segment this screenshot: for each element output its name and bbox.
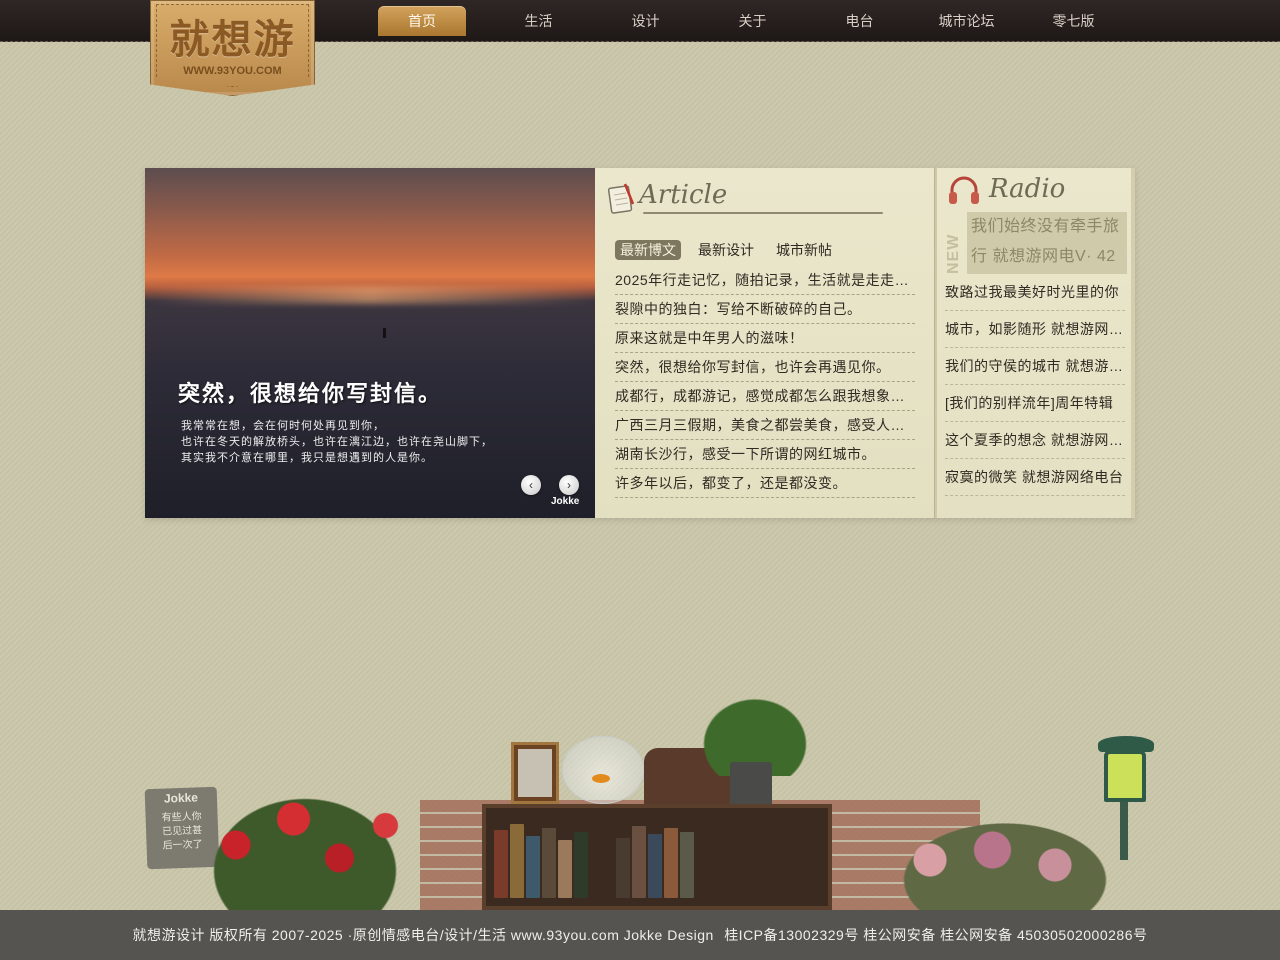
radio-item[interactable]: 致路过我最美好时光里的你 (945, 274, 1125, 311)
logo-stitching (156, 4, 309, 87)
radio-item[interactable]: 我们的守侯的城市 就想游网络电台 (945, 348, 1125, 385)
radio-featured-item[interactable]: 我们始终没有牵手旅行 就想游网电V· 42 (967, 212, 1127, 274)
article-item[interactable]: 突然，很想给你写封信，也许会再遇见你。 (615, 353, 915, 382)
chevron-right-icon: › (567, 478, 571, 492)
photo-frame (511, 742, 559, 804)
nav-item-home[interactable]: 首页 (378, 6, 466, 36)
tab-city-posts[interactable]: 城市新帖 (771, 240, 837, 260)
slide-line: 我常常在想，会在何时何处再见到你， (181, 419, 385, 432)
article-item[interactable]: 许多年以后，都变了，还是都没变。 (615, 469, 915, 498)
plant-pot (730, 762, 772, 806)
book (526, 836, 540, 898)
tab-latest-posts[interactable]: 最新博文 (615, 240, 681, 260)
article-item[interactable]: 成都行，成都游记，感觉成都怎么跟我想象的不一样 (615, 382, 915, 411)
photo (518, 749, 552, 797)
article-item[interactable]: 原来这就是中年男人的滋味！ (615, 324, 915, 353)
new-badge: NEW (945, 233, 962, 274)
chevron-left-icon: ‹ (529, 478, 533, 492)
book (574, 832, 588, 898)
silhouette-figure (383, 328, 386, 338)
article-section: Article 最新博文 最新设计 城市新帖 2025年行走记忆，随拍记录，生活… (595, 168, 935, 518)
article-item[interactable]: 广西三月三假期，美食之都尝美食，感受人间烟火 (615, 411, 915, 440)
site-footer: 就想游设计 版权所有 2007-2025 ·原创情感电台/设计/生活 www.9… (0, 910, 1280, 960)
article-list: 2025年行走记忆，随拍记录，生活就是走走停停 裂隙中的独白：写给不断破碎的自己… (615, 266, 915, 498)
fishbowl (562, 736, 644, 804)
red-roses-image (190, 780, 420, 910)
slide-title[interactable]: 突然，很想给你写封信。 (178, 376, 442, 408)
radio-item[interactable]: 寂寞的微笑 就想游网络电台 (945, 459, 1125, 496)
radio-header: Radio (947, 172, 1127, 208)
radio-item[interactable]: 城市，如影随形 就想游网络电台 (945, 311, 1125, 348)
main-nav: 首页 生活 设计 关于 电台 城市论坛 零七版 (378, 6, 1127, 36)
article-title: Article (639, 180, 728, 210)
sunset-glow (145, 286, 595, 304)
slider-next-button[interactable]: › (559, 475, 579, 495)
nav-item-life[interactable]: 生活 (485, 6, 592, 36)
article-item[interactable]: 2025年行走记忆，随拍记录，生活就是走走停停 (615, 266, 915, 295)
nav-item-about[interactable]: 关于 (699, 6, 806, 36)
title-underline (643, 212, 883, 214)
site-logo[interactable]: 就想游 WWW.93YOU.COM (150, 0, 315, 96)
slide-line: 其实我不介意在哪里，我只是想遇到的人是你。 (181, 451, 433, 464)
footer-copyright: 就想游设计 版权所有 2007-2025 ·原创情感电台/设计/生活 www.9… (132, 927, 714, 943)
radio-title: Radio (989, 174, 1066, 204)
article-tabs: 最新博文 最新设计 城市新帖 (615, 240, 849, 260)
slider-prev-button[interactable]: ‹ (521, 475, 541, 495)
footer-icp[interactable]: 桂ICP备13002329号 桂公网安备 桂公网安备 4503050200028… (724, 927, 1147, 943)
main-panel: 突然，很想给你写封信。 我常常在想，会在何时何处再见到你， 也许在冬天的解放桥头… (145, 168, 1135, 518)
goldfish (592, 774, 610, 783)
nav-item-design[interactable]: 设计 (592, 6, 699, 36)
book (648, 834, 662, 898)
slide-line: 也许在冬天的解放桥头，也许在漓江边，也许在尧山脚下， (181, 435, 493, 448)
book (494, 830, 508, 898)
tab-latest-design[interactable]: 最新设计 (693, 240, 759, 260)
nav-item-forum[interactable]: 城市论坛 (913, 6, 1020, 36)
radio-section: Radio NEW 我们始终没有牵手旅行 就想游网电V· 42 致路过我最美好时… (935, 168, 1135, 518)
book (680, 832, 694, 898)
book (616, 838, 630, 898)
street-lamp-icon (1104, 750, 1146, 802)
book (664, 828, 678, 898)
book (542, 828, 556, 898)
decorative-scene: Jokke 有些人你 已见过甚 后一次了 (0, 690, 1280, 910)
nav-item-radio[interactable]: 电台 (806, 6, 913, 36)
featured-slider[interactable]: 突然，很想给你写封信。 我常常在想，会在何时何处再见到你， 也许在冬天的解放桥头… (145, 168, 595, 518)
book (558, 840, 572, 898)
article-item[interactable]: 湖南长沙行，感受一下所谓的网红城市。 (615, 440, 915, 469)
slide-text: 我常常在想，会在何时何处再见到你， 也许在冬天的解放桥头，也许在漓江边，也许在尧… (181, 418, 581, 466)
radio-item[interactable]: 这个夏季的想念 就想游网络电台 (945, 422, 1125, 459)
slide-signature: Jokke (551, 496, 580, 507)
notepad-icon (607, 183, 635, 214)
headphone-icon (949, 176, 979, 204)
radio-item[interactable]: [我们的别样流年]周年特辑 (945, 385, 1125, 422)
book (510, 824, 524, 898)
book (632, 826, 646, 898)
radio-list: 致路过我最美好时光里的你 城市，如影随形 就想游网络电台 我们的守侯的城市 就想… (945, 274, 1125, 496)
bookshelf (482, 804, 832, 910)
article-item[interactable]: 裂隙中的独白：写给不断破碎的自己。 (615, 295, 915, 324)
nav-item-07-version[interactable]: 零七版 (1020, 6, 1127, 36)
pink-flowers-image (880, 810, 1130, 910)
article-header: Article (607, 178, 907, 218)
